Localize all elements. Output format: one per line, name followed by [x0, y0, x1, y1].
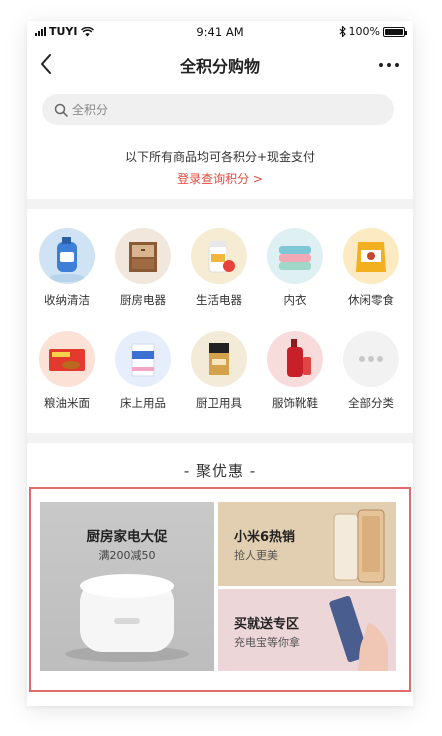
category-item-underwear[interactable]: 内衣	[260, 228, 330, 308]
category-item-storage-cleaning[interactable]: 收纳清洁	[32, 228, 102, 308]
category-label: 厨卫用具	[196, 396, 242, 410]
vitamin-bottle-icon	[191, 228, 247, 284]
points-notice: 以下所有商品均可各积分+现金支付	[124, 150, 316, 164]
category-item-all[interactable]: 全部分类	[336, 331, 406, 411]
rice-cooker-icon	[65, 574, 189, 662]
category-item-apparel-shoes[interactable]: 服饰靴鞋	[260, 331, 330, 411]
box-icon	[115, 331, 171, 387]
promo-xiaomi6[interactable]: 小米6热销 抢人更美	[218, 502, 396, 586]
detergent-icon	[39, 228, 95, 284]
category-item-home-appliances[interactable]: 生活电器	[184, 228, 254, 308]
search-input[interactable]	[72, 102, 372, 117]
status-bar: TUYI 9:41 AM 100%	[27, 21, 413, 43]
search-icon	[54, 103, 68, 117]
nav-bar: 全积分购物	[27, 43, 413, 85]
power-bank-icon	[329, 595, 388, 671]
phone-screen: TUYI 9:41 AM 100% 全积分购物 以下所有商品均可各积分+现金支付…	[27, 21, 413, 706]
category-label: 全部分类	[348, 396, 394, 410]
section-divider	[27, 433, 413, 443]
smartphone-icon	[333, 509, 385, 583]
snack-bag-icon	[343, 228, 399, 284]
category-label: 收纳清洁	[44, 293, 90, 307]
towels-icon	[267, 228, 323, 284]
category-item-bathroom[interactable]: 厨卫用具	[184, 331, 254, 411]
promo-kitchen-appliances[interactable]: 厨房家电大促 满200减50	[40, 502, 214, 671]
category-item-kitchen-appliances[interactable]: 厨房电器	[108, 228, 178, 308]
category-label: 服饰靴鞋	[272, 396, 318, 410]
category-item-grain-oil[interactable]: 粮油米面	[32, 331, 102, 411]
category-label: 厨房电器	[120, 293, 166, 307]
noodle-pack-icon	[39, 331, 95, 387]
cabinet-icon	[115, 228, 171, 284]
status-right: 100%	[339, 25, 407, 38]
more-menu-icon[interactable]	[379, 63, 399, 67]
search-bar[interactable]	[42, 94, 394, 125]
deals-section-title: - 聚优惠 -	[183, 462, 257, 480]
category-label: 生活电器	[196, 293, 242, 307]
category-label: 粮油米面	[44, 396, 90, 410]
section-divider	[27, 199, 413, 209]
cosmetic-jar-icon	[191, 331, 247, 387]
category-label: 床上用品	[120, 396, 166, 410]
battery-icon	[383, 26, 407, 37]
battery-percent: 100%	[348, 25, 380, 38]
promo-gift-zone[interactable]: 买就送专区 充电宝等你拿	[218, 589, 396, 671]
category-item-snacks[interactable]: 休闲零食	[336, 228, 406, 308]
category-label: 内衣	[283, 293, 307, 307]
category-label: 休闲零食	[348, 293, 394, 307]
bluetooth-icon	[339, 26, 346, 37]
category-item-bedding[interactable]: 床上用品	[108, 331, 178, 411]
more-dots-icon	[343, 331, 399, 387]
lotion-bottle-icon	[267, 331, 323, 387]
page-title: 全积分购物	[179, 57, 260, 76]
login-check-points-link[interactable]: 登录查询积分 >	[27, 170, 413, 187]
